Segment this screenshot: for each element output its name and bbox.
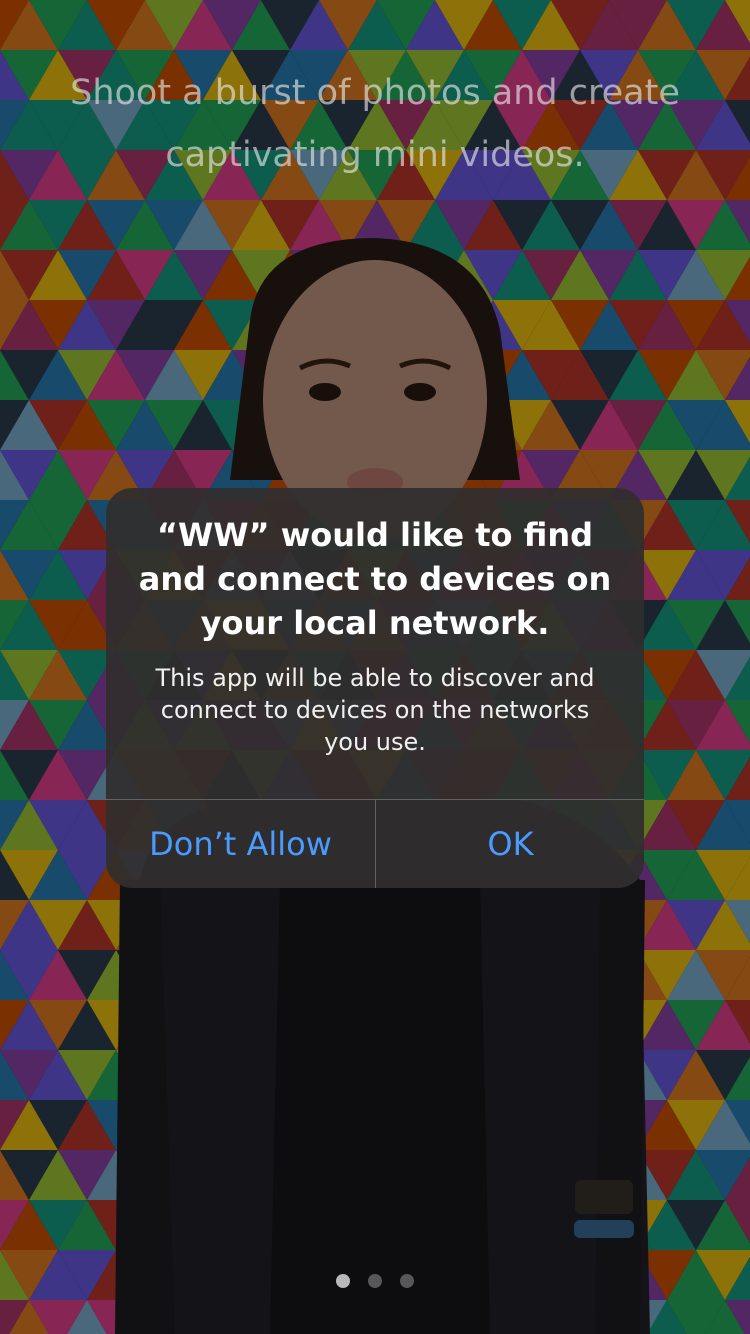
onboarding-tagline: Shoot a burst of photos and create capti… xyxy=(70,73,680,175)
dont-allow-button[interactable]: Don’t Allow xyxy=(106,800,375,888)
page-dot-1[interactable] xyxy=(336,1274,350,1288)
page-indicator[interactable] xyxy=(0,1274,750,1292)
alert-message: This app will be able to discover and co… xyxy=(155,664,595,756)
local-network-permission-alert: “WW” would like to find and connect to d… xyxy=(106,488,644,888)
page-dot-2[interactable] xyxy=(368,1274,382,1288)
alert-title: “WW” would like to find and connect to d… xyxy=(138,516,612,642)
page-dot-3[interactable] xyxy=(400,1274,414,1288)
onboarding-screen: Shoot a burst of photos and create capti… xyxy=(0,0,750,1334)
ok-button[interactable]: OK xyxy=(376,800,644,888)
